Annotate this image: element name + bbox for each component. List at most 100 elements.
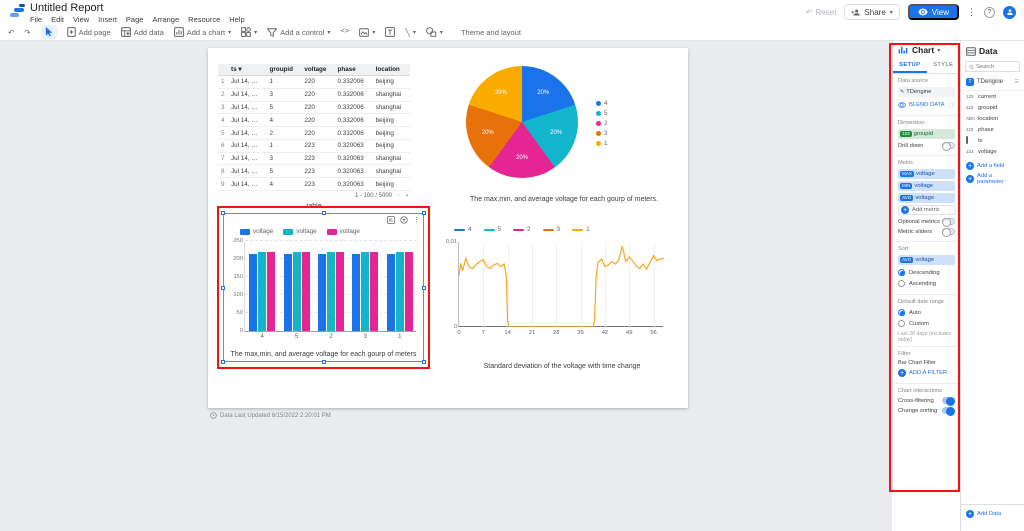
field-item-location[interactable]: ABClocation [961,113,1024,124]
field-item-current[interactable]: 123current [961,91,1024,102]
chart-panel-header[interactable]: Chart ▾ [893,41,960,57]
bar[interactable] [267,252,275,331]
optional-metrics-toggle[interactable] [942,218,955,225]
report-canvas[interactable]: ts ▾groupidvoltagephaselocation1Jul 14, … [0,41,892,531]
col-phase[interactable]: phase [335,64,373,76]
interaction-toggle[interactable] [942,397,955,404]
selection-handle[interactable] [221,360,225,364]
prev-page-icon[interactable]: ‹ [398,193,400,199]
sort-option-descending[interactable]: Descending [898,269,955,276]
sort-option-ascending[interactable]: Ascending [898,280,955,287]
selection-handle[interactable] [322,211,326,215]
source-menu-icon[interactable]: ☰ [1015,79,1019,85]
selection-handle[interactable] [221,211,225,215]
pie-chart[interactable]: 45231 The max,min, and average voltage f… [448,64,680,210]
add-line-button[interactable]: ╲ ▾ [405,28,416,37]
bar[interactable] [249,254,257,331]
help-icon[interactable]: ? [984,7,995,18]
bar[interactable] [258,252,266,331]
report-title[interactable]: Untitled Report [30,2,103,14]
share-button[interactable]: Share ▾ [844,4,899,20]
bar[interactable] [387,254,395,331]
field-item-voltage[interactable]: 123voltage [961,146,1024,157]
sort-chip[interactable]: AVG voltage [898,255,955,265]
chart-more-icon[interactable]: ⋮ [413,216,420,224]
field-item-ts[interactable]: ts [961,135,1024,146]
add-metric-button[interactable]: + Add metric [898,205,955,215]
menu-help[interactable]: Help [229,15,244,24]
date-option-auto[interactable]: Auto [898,309,955,316]
menu-view[interactable]: View [73,15,89,24]
metric-chip[interactable]: MINvoltage [898,181,955,191]
selection-handle[interactable] [322,360,326,364]
chart-panel-collapse-icon[interactable]: ▾ [937,47,940,54]
theme-layout-button[interactable]: Theme and layout [461,28,521,37]
select-tool-button[interactable] [41,25,57,39]
bar[interactable] [361,252,369,331]
bar[interactable] [293,252,301,331]
bar[interactable] [336,252,344,331]
add-chart-button[interactable]: Add a chart ▾ [174,27,231,37]
metric-sliders-toggle[interactable] [942,228,955,235]
chart-filter-icon[interactable] [400,216,408,224]
search-input[interactable] [976,64,1016,70]
menu-edit[interactable]: Edit [51,15,64,24]
col-groupid[interactable]: groupid [267,64,302,76]
add-image-button[interactable]: ▾ [359,28,375,37]
blend-data-button[interactable]: BLEND DATA ⓘ [898,100,955,109]
bar[interactable] [302,252,310,331]
chart-type-icon[interactable] [387,216,395,224]
add-control-button[interactable]: Add a control ▾ [267,28,330,37]
col-ts[interactable]: ts ▾ [228,64,267,76]
dimension-chip[interactable]: 123 groupid [898,129,955,139]
bar[interactable] [352,254,360,331]
selection-handle[interactable] [422,286,426,290]
bar[interactable] [284,254,292,331]
data-source-chip[interactable]: ✎ TDengine [898,87,955,97]
avatar[interactable] [1003,6,1016,19]
selection-handle[interactable] [422,211,426,215]
selection-handle[interactable] [221,286,225,290]
field-item-phase[interactable]: 123phase [961,124,1024,135]
tab-setup[interactable]: SETUP [893,59,927,73]
date-option-custom[interactable]: Custom [898,320,955,327]
redo-button[interactable]: ↷ [24,28,30,37]
menu-arrange[interactable]: Arrange [152,15,179,24]
menu-file[interactable]: File [30,15,42,24]
table-chart[interactable]: ts ▾groupidvoltagephaselocation1Jul 14, … [218,64,410,210]
next-page-icon[interactable]: › [406,193,408,199]
metric-chip[interactable]: AVGvoltage [898,193,955,203]
metric-chip[interactable]: MAXvoltage [898,169,955,179]
report-page[interactable]: ts ▾groupidvoltagephaselocation1Jul 14, … [208,48,688,408]
embed-url-button[interactable]: <> [340,28,349,36]
add-data-button-bottom[interactable]: +Add Data [966,510,1019,518]
bar[interactable] [327,252,335,331]
menu-page[interactable]: Page [126,15,144,24]
bar[interactable] [318,254,326,331]
bar[interactable] [405,252,413,331]
drill-down-toggle[interactable] [942,142,955,149]
add-data-button[interactable]: Add data [121,27,164,37]
bar-chart-selected[interactable]: ⋮ voltagevoltagevoltage 0501001502002504… [223,213,424,362]
add-field-button[interactable]: +Add a field [966,162,1019,170]
add-parameter-button[interactable]: +Add a parameter [966,173,1019,185]
bar[interactable] [370,252,378,331]
community-visualizations-button[interactable]: ▾ [241,27,257,37]
col-voltage[interactable]: voltage [301,64,334,76]
col-location[interactable]: location [373,64,410,76]
reset-button[interactable]: ↶ Reset [806,8,837,17]
share-dropdown-icon[interactable]: ▾ [890,9,893,16]
data-source-row[interactable]: T TDengine ☰ [961,74,1024,91]
field-item-groupid[interactable]: 123groupid [961,102,1024,113]
add-shape-button[interactable]: ▾ [426,27,443,37]
selection-handle[interactable] [422,360,426,364]
add-filter-button[interactable]: + ADD A FILTER [898,369,955,377]
bar[interactable] [396,252,404,331]
undo-button[interactable]: ↶ [8,28,14,37]
more-menu-icon[interactable]: ⋮ [967,7,976,18]
add-page-button[interactable]: Add page [67,27,111,37]
add-text-button[interactable] [385,27,395,37]
menu-resource[interactable]: Resource [188,15,220,24]
view-button[interactable]: View [908,4,959,20]
menu-insert[interactable]: Insert [98,15,117,24]
